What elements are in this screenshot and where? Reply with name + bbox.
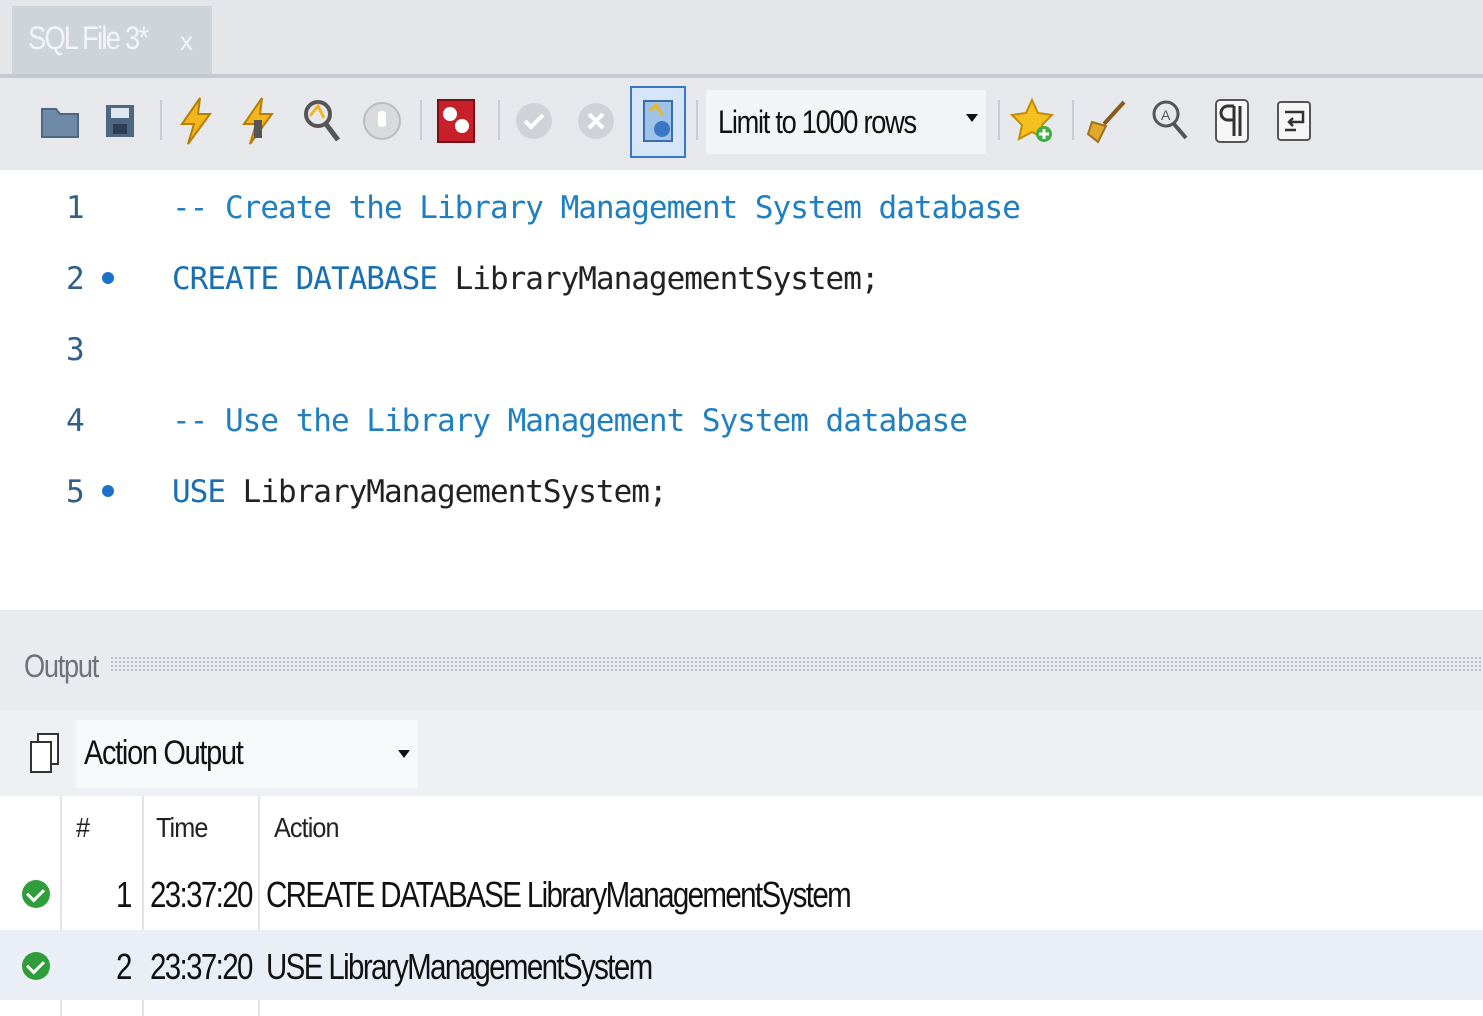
- editor-toolbar: Limit to 1000 rows A: [0, 78, 1483, 170]
- tab-bar: SQL File 3* x: [0, 0, 1483, 78]
- find-icon[interactable]: A: [1144, 92, 1196, 150]
- tab-close-icon[interactable]: x: [180, 26, 193, 57]
- word-wrap-icon[interactable]: [1268, 92, 1320, 150]
- limit-rows-select[interactable]: Limit to 1000 rows: [706, 90, 986, 154]
- action-output-grid: # Time Action 1 23:37:20 CREATE DATABASE L…: [0, 796, 1483, 1016]
- chevron-down-icon: [966, 114, 978, 122]
- cell-action: USE LibraryManagementSystem: [266, 946, 653, 987]
- editor-line[interactable]: 5 USE LibraryManagementSystem;: [0, 460, 1483, 520]
- success-check-icon: [22, 880, 50, 908]
- toolbar-separator: [420, 100, 422, 140]
- cell-time: 23:37:20: [150, 946, 253, 987]
- line-number: 5: [66, 474, 85, 510]
- commit-icon[interactable]: [508, 92, 560, 150]
- code-identifier: LibraryManagementSystem;: [242, 474, 668, 510]
- copy-icon[interactable]: [28, 732, 62, 781]
- toolbar-separator: [696, 100, 698, 140]
- output-title: Output: [24, 648, 99, 684]
- execute-current-icon[interactable]: [232, 92, 284, 150]
- code-text: USE LibraryManagementSystem;: [172, 474, 668, 510]
- success-check-icon: [22, 952, 50, 980]
- line-number: 3: [66, 332, 85, 368]
- rollback-icon[interactable]: [570, 92, 622, 150]
- cell-num: 2: [116, 946, 132, 987]
- code-text: CREATE DATABASE LibraryManagementSystem;: [172, 261, 880, 297]
- output-type-select[interactable]: Action Output: [76, 720, 418, 788]
- code-comment: -- Create the Library Management System …: [172, 190, 1021, 226]
- code-text: -- Use the Library Management System dat…: [172, 403, 968, 439]
- svg-text:A: A: [1161, 107, 1171, 123]
- editor-line[interactable]: 3: [0, 318, 1483, 378]
- limit-rows-value: Limit to 1000 rows: [718, 104, 917, 140]
- cell-action: CREATE DATABASE LibraryManagementSystem: [266, 874, 852, 915]
- line-number: 2: [66, 261, 85, 297]
- output-toolbar: Action Output: [0, 710, 1483, 796]
- toolbar-separator: [1072, 100, 1074, 140]
- cell-num: 1: [116, 874, 132, 915]
- sql-editor[interactable]: 1 -- Create the Library Management System…: [0, 170, 1483, 610]
- statement-marker-icon: [102, 485, 114, 497]
- cell-time: 23:37:20: [150, 874, 253, 915]
- add-snippet-star-icon[interactable]: [1008, 92, 1060, 150]
- explain-magnifier-icon[interactable]: [294, 92, 346, 150]
- execute-icon[interactable]: [170, 92, 222, 150]
- invisible-chars-icon[interactable]: [1206, 92, 1258, 150]
- code-keyword: USE: [172, 474, 243, 510]
- code-keyword: CREATE DATABASE: [172, 261, 455, 297]
- code-comment: -- Use the Library Management System dat…: [172, 403, 968, 439]
- editor-line[interactable]: 1 -- Create the Library Management System…: [0, 176, 1483, 236]
- code-text: -- Create the Library Management System …: [172, 190, 1021, 226]
- autocommit-toggle-icon[interactable]: [630, 86, 686, 158]
- line-number: 4: [66, 403, 85, 439]
- save-icon[interactable]: [94, 92, 146, 150]
- editor-line[interactable]: 4 -- Use the Library Management System da…: [0, 389, 1483, 449]
- statement-marker-icon: [102, 272, 114, 284]
- toolbar-separator: [498, 100, 500, 140]
- output-splitter-grip[interactable]: [110, 656, 1483, 672]
- code-identifier: LibraryManagementSystem;: [454, 261, 880, 297]
- tab-title: SQL File 3*: [28, 20, 149, 56]
- table-row[interactable]: 2 23:37:20 USE LibraryManagementSystem: [0, 930, 1483, 1000]
- editor-line[interactable]: 2 CREATE DATABASE LibraryManagementSystem…: [0, 247, 1483, 307]
- output-type-value: Action Output: [84, 734, 244, 772]
- beautify-broom-icon[interactable]: [1082, 92, 1134, 150]
- table-row[interactable]: 1 23:37:20 CREATE DATABASE LibraryManageme…: [0, 858, 1483, 928]
- chevron-down-icon: [398, 750, 410, 758]
- tab-sql-file[interactable]: SQL File 3* x: [12, 6, 212, 74]
- toggle-error-icon[interactable]: [430, 92, 482, 150]
- toolbar-separator: [160, 100, 162, 140]
- toolbar-separator: [998, 100, 1000, 140]
- open-folder-icon[interactable]: [34, 92, 86, 150]
- stop-icon[interactable]: [356, 92, 408, 150]
- line-number: 1: [66, 190, 85, 226]
- output-panel-header: Output: [0, 610, 1483, 710]
